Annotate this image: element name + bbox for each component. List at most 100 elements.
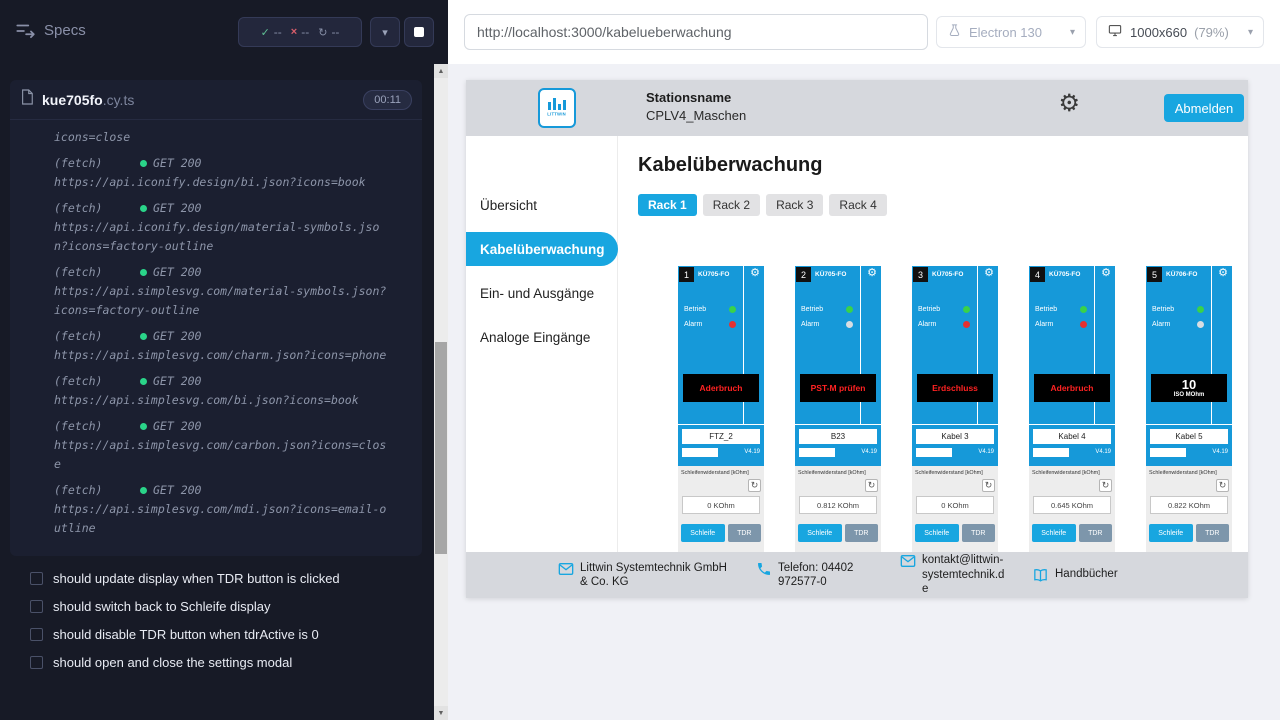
station-name: CPLV4_Maschen [646, 108, 746, 123]
status-ok-dot [140, 160, 147, 167]
refresh-icon[interactable]: ↻ [748, 479, 761, 492]
footer-email[interactable]: kontakt@littwin-systemtechnik.de [900, 553, 1006, 596]
schleife-button[interactable]: Schleife [798, 524, 842, 542]
log-entry[interactable]: (fetch)GET 200 https://api.simplesvg.com… [54, 417, 388, 474]
betrieb-led [1197, 306, 1204, 313]
tab-rack-2[interactable]: Rack 2 [703, 194, 760, 216]
browser-toolbar: Electron 130 ▾ 1000x660 (79%) ▾ [448, 0, 1280, 64]
stop-button[interactable] [404, 17, 434, 47]
spec-file-row[interactable]: kue705fo.cy.ts 00:11 [10, 80, 422, 120]
cable-name-field[interactable]: Kabel 3 [916, 429, 994, 444]
refresh-icon[interactable]: ↻ [982, 479, 995, 492]
test-item[interactable]: should switch back to Schleife display [0, 592, 434, 620]
viewport-select[interactable]: 1000x660 (79%) ▾ [1096, 16, 1264, 48]
device-card-3: 3 KÜ705-FO ⚙ Betrieb Alarm Erdschluss Ka… [912, 266, 998, 552]
measurement-value: 0.812 KOhm [799, 496, 877, 514]
test-item[interactable]: should open and close the settings modal [0, 648, 434, 676]
cable-name-field[interactable]: FTZ_2 [682, 429, 760, 444]
log-entry[interactable]: (fetch)GET 200 https://api.iconify.desig… [54, 154, 388, 192]
sidebar-item-kabelueberwachung[interactable]: Kabelüberwachung [466, 232, 618, 266]
scroll-up-button[interactable]: ▲ [434, 64, 448, 78]
log-entry[interactable]: (fetch)GET 200 https://api.simplesvg.com… [54, 372, 388, 410]
card-settings-icon[interactable]: ⚙ [984, 268, 994, 279]
status-ok-dot [140, 378, 147, 385]
stop-icon [414, 27, 424, 37]
logout-button[interactable]: Abmelden [1164, 94, 1244, 122]
browser-select[interactable]: Electron 130 ▾ [936, 16, 1086, 48]
refresh-icon[interactable]: ↻ [865, 479, 878, 492]
tab-rack-3[interactable]: Rack 3 [766, 194, 823, 216]
card-settings-icon[interactable]: ⚙ [1218, 268, 1228, 279]
log-entry[interactable]: (fetch)GET 200 https://api.simplesvg.com… [54, 481, 388, 538]
schleife-button[interactable]: Schleife [1032, 524, 1076, 542]
scrollbar-thumb[interactable] [435, 342, 447, 554]
app-header: LITTWIN Stationsname CPLV4_Maschen ⚙ Abm… [466, 80, 1248, 136]
tdr-button[interactable]: TDR [845, 524, 878, 542]
url-input[interactable] [464, 14, 928, 50]
tab-rack-4[interactable]: Rack 4 [829, 194, 886, 216]
mail-icon [558, 561, 574, 577]
tab-rack-1[interactable]: Rack 1 [638, 194, 697, 216]
tdr-button[interactable]: TDR [962, 524, 995, 542]
collapse-chevron-button[interactable]: ▾ [370, 17, 400, 47]
book-icon [1032, 567, 1049, 584]
cypress-header: Specs ✓-- ×-- ↻-- ▾ [0, 0, 448, 64]
test-stats[interactable]: ✓-- ×-- ↻-- [238, 17, 362, 47]
chevron-down-icon: ▾ [382, 26, 388, 39]
cable-name-field[interactable]: Kabel 5 [1150, 429, 1228, 444]
log-entry[interactable]: (fetch)GET 200 https://api.iconify.desig… [54, 199, 388, 256]
panel-scrollbar[interactable]: ▲ ▼ [434, 64, 448, 720]
measurement-value: 0.822 KOhm [1150, 496, 1228, 514]
sidebar-item-analoge-eingaenge[interactable]: Analoge Eingänge [466, 321, 618, 353]
betrieb-label: Betrieb [918, 306, 940, 313]
device-card-4: 4 KÜ705-FO ⚙ Betrieb Alarm Aderbruch Kab… [1029, 266, 1115, 552]
status-ok-dot [140, 269, 147, 276]
log-entry[interactable]: icons=close [54, 128, 388, 147]
card-settings-icon[interactable]: ⚙ [750, 268, 760, 279]
refresh-icon[interactable]: ↻ [1216, 479, 1229, 492]
test-item[interactable]: should update display when TDR button is… [0, 564, 434, 592]
card-number: 1 [679, 267, 694, 282]
firmware-version: V4.19 [744, 449, 760, 455]
schleife-button[interactable]: Schleife [1149, 524, 1193, 542]
refresh-icon[interactable]: ↻ [1099, 479, 1112, 492]
firmware-version: V4.19 [1095, 449, 1111, 455]
alarm-label: Alarm [1152, 321, 1170, 328]
sidebar-item-uebersicht[interactable]: Übersicht [466, 189, 618, 221]
card-number: 2 [796, 267, 811, 282]
cable-name-field[interactable]: Kabel 4 [1033, 429, 1111, 444]
card-number: 3 [913, 267, 928, 282]
mail-icon [900, 553, 916, 569]
tdr-button[interactable]: TDR [1196, 524, 1229, 542]
status-unit: ISO MOhm [1174, 392, 1205, 398]
specs-toggle-icon[interactable] [14, 20, 36, 42]
spare-field [682, 448, 718, 457]
status-display: Aderbruch [683, 374, 759, 402]
chevron-down-icon: ▾ [1248, 27, 1253, 38]
chevron-down-icon: ▾ [1070, 27, 1075, 38]
sidebar-item-ein-und-ausgaenge[interactable]: Ein- und Ausgänge [466, 277, 618, 309]
tdr-button[interactable]: TDR [1079, 524, 1112, 542]
measurement-panel: Schleifenwiderstand [kOhm] ↻ 0.812 KOhm … [795, 466, 881, 552]
test-item[interactable]: should disable TDR button when tdrActive… [0, 620, 434, 648]
tdr-button[interactable]: TDR [728, 524, 761, 542]
card-settings-icon[interactable]: ⚙ [1101, 268, 1111, 279]
spare-field [799, 448, 835, 457]
log-entry[interactable]: (fetch)GET 200 https://api.simplesvg.com… [54, 263, 388, 320]
refresh-icon: ↻ [318, 26, 327, 39]
settings-gear-icon[interactable]: ⚙ [1058, 92, 1080, 116]
measurement-panel: Schleifenwiderstand [kOhm] ↻ 0.822 KOhm … [1146, 466, 1232, 552]
logo-text: LITTWIN [548, 112, 567, 116]
scroll-down-button[interactable]: ▼ [434, 706, 448, 720]
status-ok-dot [140, 487, 147, 494]
status-ok-dot [140, 205, 147, 212]
schleife-button[interactable]: Schleife [915, 524, 959, 542]
test-state-icon [30, 600, 43, 613]
log-entry[interactable]: (fetch)GET 200 https://api.simplesvg.com… [54, 327, 388, 365]
cable-name-field[interactable]: B23 [799, 429, 877, 444]
stat-failed: ×-- [291, 25, 309, 39]
card-settings-icon[interactable]: ⚙ [867, 268, 877, 279]
footer-phone[interactable]: Telefon: 04402 972577-0 [756, 561, 874, 590]
footer-manuals[interactable]: Handbücher [1032, 567, 1118, 584]
schleife-button[interactable]: Schleife [681, 524, 725, 542]
